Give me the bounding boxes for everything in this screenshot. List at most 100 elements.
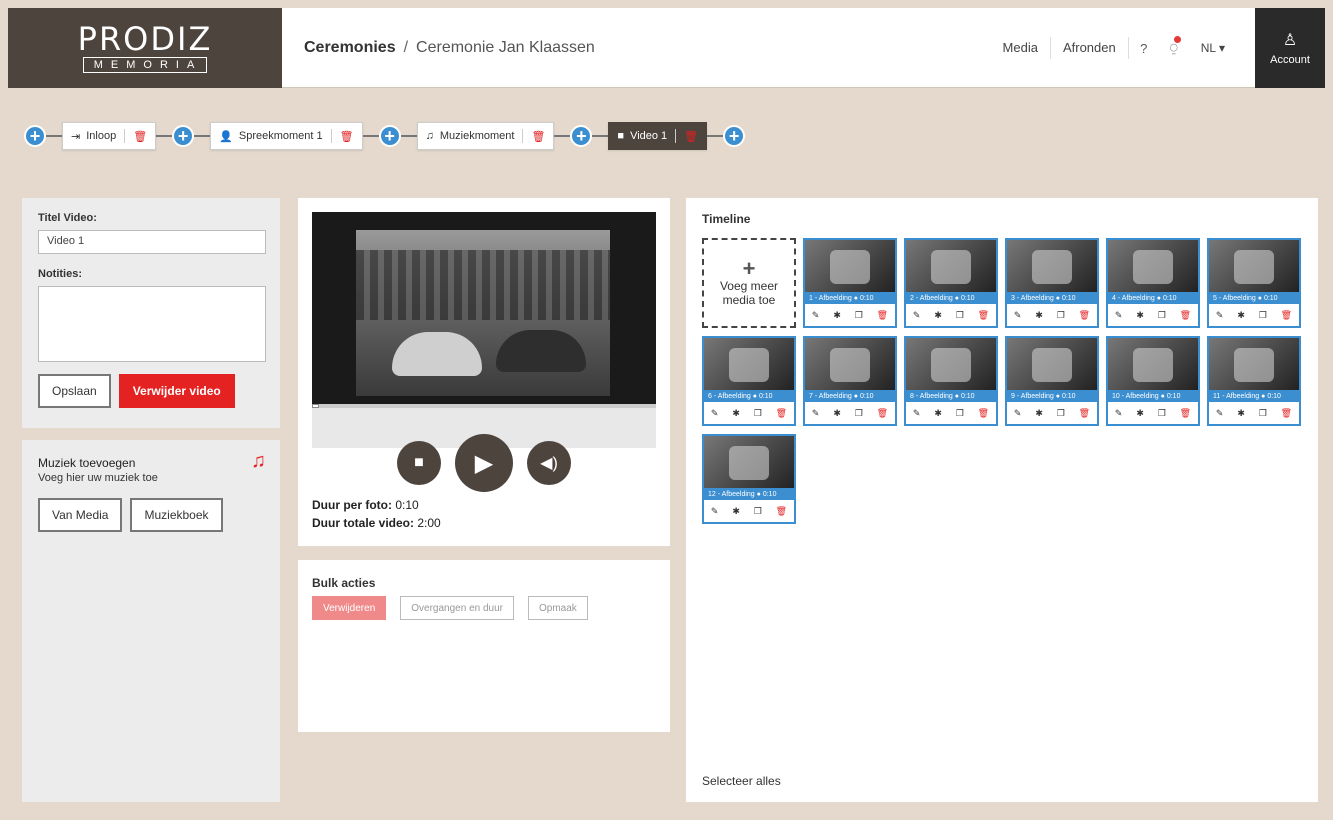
copy-icon[interactable]: ❐: [1057, 408, 1065, 419]
delete-icon[interactable]: 🗑: [1180, 408, 1191, 419]
tile-thumbnail[interactable]: [906, 338, 996, 390]
edit-icon[interactable]: ✎: [1014, 310, 1022, 321]
delete-icon[interactable]: 🗑: [1079, 310, 1090, 321]
progress-handle[interactable]: [312, 404, 319, 408]
nav-finish[interactable]: Afronden: [1051, 37, 1129, 59]
settings-icon[interactable]: ✱: [1035, 310, 1043, 321]
video-screen[interactable]: ■ ▶ ◀): [312, 212, 656, 492]
edit-icon[interactable]: ✎: [711, 506, 719, 517]
timeline-tile[interactable]: 1 - Afbeelding ● 0:10 ✎ ✱ ❐ 🗑: [803, 238, 897, 328]
edit-icon[interactable]: ✎: [1014, 408, 1022, 419]
copy-icon[interactable]: ❐: [855, 408, 863, 419]
copy-icon[interactable]: ❐: [956, 408, 964, 419]
edit-icon[interactable]: ✎: [711, 408, 719, 419]
edit-icon[interactable]: ✎: [812, 408, 820, 419]
trash-icon[interactable]: 🗑: [133, 130, 147, 143]
settings-icon[interactable]: ✱: [934, 310, 942, 321]
trash-icon[interactable]: 🗑: [531, 130, 545, 143]
tile-thumbnail[interactable]: [704, 338, 794, 390]
help-icon[interactable]: ?: [1129, 41, 1159, 56]
settings-icon[interactable]: ✱: [732, 408, 740, 419]
logo[interactable]: PRODIZ MEMORIA: [8, 8, 282, 88]
timeline-tile[interactable]: 10 - Afbeelding ● 0:10 ✎ ✱ ❐ 🗑: [1106, 336, 1200, 426]
trash-icon[interactable]: 🗑: [684, 130, 698, 143]
volume-button[interactable]: ◀): [527, 441, 571, 485]
timeline-tile[interactable]: 3 - Afbeelding ● 0:10 ✎ ✱ ❐ 🗑: [1005, 238, 1099, 328]
settings-icon[interactable]: ✱: [1035, 408, 1043, 419]
delete-icon[interactable]: 🗑: [1281, 408, 1292, 419]
delete-icon[interactable]: 🗑: [978, 310, 989, 321]
edit-icon[interactable]: ✎: [1216, 310, 1224, 321]
tile-thumbnail[interactable]: [805, 240, 895, 292]
timeline-tile[interactable]: 6 - Afbeelding ● 0:10 ✎ ✱ ❐ 🗑: [702, 336, 796, 426]
play-button[interactable]: ▶: [455, 434, 513, 492]
settings-icon[interactable]: ✱: [1136, 408, 1144, 419]
timeline-tile[interactable]: 5 - Afbeelding ● 0:10 ✎ ✱ ❐ 🗑: [1207, 238, 1301, 328]
add-moment-button[interactable]: +: [723, 125, 746, 147]
timeline-tile[interactable]: 8 - Afbeelding ● 0:10 ✎ ✱ ❐ 🗑: [904, 336, 998, 426]
add-media-tile[interactable]: + Voeg meer media toe: [702, 238, 796, 328]
add-moment-button[interactable]: +: [378, 125, 401, 147]
delete-icon[interactable]: 🗑: [776, 506, 787, 517]
breadcrumb-ceremonies[interactable]: Ceremonies: [304, 39, 396, 57]
add-moment-button[interactable]: +: [172, 125, 195, 147]
save-button[interactable]: Opslaan: [38, 374, 111, 408]
music-book-button[interactable]: Muziekboek: [130, 498, 223, 532]
delete-icon[interactable]: 🗑: [1281, 310, 1292, 321]
moment-spreekmoment[interactable]: 👤 Spreekmoment 1 🗑: [210, 122, 363, 150]
copy-icon[interactable]: ❐: [1057, 310, 1065, 321]
copy-icon[interactable]: ❐: [855, 310, 863, 321]
edit-icon[interactable]: ✎: [1115, 310, 1123, 321]
timeline-tile[interactable]: 12 - Afbeelding ● 0:10 ✎ ✱ ❐ 🗑: [702, 434, 796, 524]
edit-icon[interactable]: ✎: [913, 408, 921, 419]
tile-thumbnail[interactable]: [1108, 338, 1198, 390]
edit-icon[interactable]: ✎: [812, 310, 820, 321]
tile-thumbnail[interactable]: [1007, 240, 1097, 292]
moment-inloop[interactable]: ⇥ Inloop 🗑: [62, 122, 157, 150]
copy-icon[interactable]: ❐: [956, 310, 964, 321]
tile-thumbnail[interactable]: [1007, 338, 1097, 390]
title-input[interactable]: Video 1: [38, 230, 266, 254]
edit-icon[interactable]: ✎: [1115, 408, 1123, 419]
tile-thumbnail[interactable]: [906, 240, 996, 292]
settings-icon[interactable]: ✱: [1237, 310, 1245, 321]
timeline-tile[interactable]: 2 - Afbeelding ● 0:10 ✎ ✱ ❐ 🗑: [904, 238, 998, 328]
tile-thumbnail[interactable]: [1209, 338, 1299, 390]
edit-icon[interactable]: ✎: [913, 310, 921, 321]
trash-icon[interactable]: 🗑: [340, 130, 354, 143]
progress-bar[interactable]: [312, 404, 656, 408]
delete-video-button[interactable]: Verwijder video: [118, 374, 235, 408]
timeline-tile[interactable]: 4 - Afbeelding ● 0:10 ✎ ✱ ❐ 🗑: [1106, 238, 1200, 328]
copy-icon[interactable]: ❐: [1259, 408, 1267, 419]
copy-icon[interactable]: ❐: [1259, 310, 1267, 321]
tile-thumbnail[interactable]: [1108, 240, 1198, 292]
add-moment-button[interactable]: +: [24, 125, 46, 147]
delete-icon[interactable]: 🗑: [1079, 408, 1090, 419]
nav-media[interactable]: Media: [991, 37, 1051, 59]
tile-thumbnail[interactable]: [805, 338, 895, 390]
settings-icon[interactable]: ✱: [934, 408, 942, 419]
settings-icon[interactable]: ✱: [1136, 310, 1144, 321]
select-all-link[interactable]: Selecteer alles: [702, 774, 781, 788]
stop-button[interactable]: ■: [397, 441, 441, 485]
settings-icon[interactable]: ✱: [833, 408, 841, 419]
tile-thumbnail[interactable]: [704, 436, 794, 488]
timeline-tile[interactable]: 7 - Afbeelding ● 0:10 ✎ ✱ ❐ 🗑: [803, 336, 897, 426]
settings-icon[interactable]: ✱: [732, 506, 740, 517]
timeline-tile[interactable]: 9 - Afbeelding ● 0:10 ✎ ✱ ❐ 🗑: [1005, 336, 1099, 426]
copy-icon[interactable]: ❐: [1158, 408, 1166, 419]
moment-muziekmoment[interactable]: ♫ Muziekmoment 🗑: [416, 122, 555, 150]
moment-video-active[interactable]: ■ Video 1 🗑: [608, 122, 708, 150]
delete-icon[interactable]: 🗑: [978, 408, 989, 419]
add-moment-button[interactable]: +: [570, 125, 593, 147]
bulk-layout-button[interactable]: Opmaak: [528, 596, 588, 620]
bulk-delete-button[interactable]: Verwijderen: [312, 596, 387, 620]
account-button[interactable]: ♙ Account: [1255, 8, 1325, 88]
delete-icon[interactable]: 🗑: [1180, 310, 1191, 321]
from-media-button[interactable]: Van Media: [38, 498, 123, 532]
tile-thumbnail[interactable]: [1209, 240, 1299, 292]
settings-icon[interactable]: ✱: [1237, 408, 1245, 419]
language-select[interactable]: NL ▾: [1189, 41, 1255, 55]
edit-icon[interactable]: ✎: [1216, 408, 1224, 419]
copy-icon[interactable]: ❐: [754, 408, 762, 419]
